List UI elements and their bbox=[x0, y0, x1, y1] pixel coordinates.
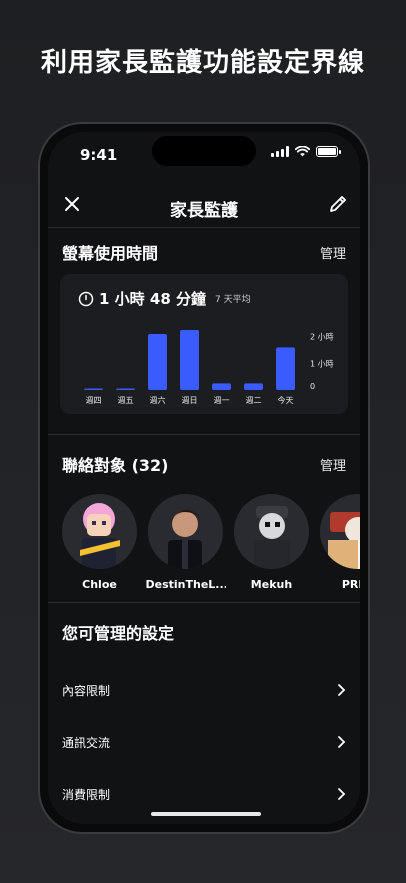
chart-bar bbox=[212, 383, 231, 390]
pencil-icon[interactable] bbox=[324, 190, 352, 218]
contacts-manage-link[interactable]: 管理 bbox=[320, 455, 346, 474]
contact-name: Chloe bbox=[82, 578, 117, 591]
chart-x-tick-label: 週日 bbox=[182, 396, 198, 405]
screen-time-title: 螢幕使用時間 bbox=[62, 244, 159, 263]
contact-name: DestinTheL... bbox=[145, 578, 226, 591]
section-divider bbox=[48, 434, 360, 435]
setting-row-content-restrictions[interactable]: 內容限制 bbox=[48, 664, 360, 716]
chart-bar bbox=[244, 383, 263, 390]
chart-bar bbox=[276, 347, 295, 390]
contact-item[interactable]: Mekuh bbox=[234, 494, 309, 591]
avatar bbox=[320, 494, 360, 569]
chevron-right-icon bbox=[338, 788, 346, 800]
setting-label: 消費限制 bbox=[62, 787, 111, 802]
chart-x-tick-label: 週四 bbox=[86, 396, 102, 405]
nav-title: 家長監護 bbox=[170, 201, 238, 221]
chart-x-tick-label: 週二 bbox=[246, 396, 262, 405]
chart-x-tick-label: 週一 bbox=[214, 396, 230, 405]
screen-time-manage-link[interactable]: 管理 bbox=[320, 243, 346, 262]
home-indicator bbox=[151, 812, 261, 816]
app-screen: 9:41 家長監護 螢幕使用時間 管理 1 小時 48 分鐘 7 天平均 週四 … bbox=[48, 132, 360, 824]
top-nav: 家長監護 bbox=[48, 184, 360, 228]
screen-time-header: 螢幕使用時間 管理 bbox=[62, 240, 346, 264]
contacts-title: 聯絡對象 (32) bbox=[62, 456, 169, 475]
battery-icon bbox=[316, 146, 341, 157]
chart-bar bbox=[116, 388, 135, 390]
chevron-right-icon bbox=[338, 684, 346, 696]
promo-title: 利用家長監護功能設定界線 bbox=[40, 48, 365, 78]
avatar bbox=[148, 494, 223, 569]
chart-x-tick-label: 週五 bbox=[118, 396, 134, 405]
chart-y-tick-label: 0 bbox=[310, 382, 315, 391]
avatar bbox=[234, 494, 309, 569]
chart-y-tick-label: 1 小時 bbox=[310, 359, 334, 368]
setting-label: 通訊交流 bbox=[62, 735, 111, 750]
wifi-icon bbox=[295, 146, 310, 157]
settings-title: 您可管理的設定 bbox=[62, 624, 175, 643]
setting-row-communication[interactable]: 通訊交流 bbox=[48, 716, 360, 768]
chart-x-tick-label: 週六 bbox=[150, 395, 166, 405]
signal-icon bbox=[271, 146, 289, 157]
chart-bar bbox=[84, 388, 103, 390]
setting-label: 內容限制 bbox=[62, 683, 111, 698]
screen-time-card[interactable]: 1 小時 48 分鐘 7 天平均 週四 週五 週六 週日 週一 週二 今天 2 小時 1 小時 0 bbox=[60, 274, 348, 414]
phone-frame: 9:41 家長監護 螢幕使用時間 管理 1 小時 48 分鐘 7 天平均 週四 … bbox=[38, 122, 370, 834]
contact-name: PRLu bbox=[341, 578, 360, 591]
chart-x-tick-label: 今天 bbox=[278, 395, 294, 405]
settings-header: 您可管理的設定 bbox=[62, 620, 346, 644]
contact-item[interactable]: Chloe bbox=[62, 494, 137, 591]
status-icons bbox=[271, 146, 341, 157]
status-time: 9:41 bbox=[80, 146, 118, 164]
contact-item[interactable]: DestinTheL... bbox=[145, 494, 226, 591]
dynamic-island bbox=[152, 136, 256, 166]
avatar bbox=[62, 494, 137, 569]
chart-bar bbox=[180, 330, 199, 390]
chart-y-tick-label: 2 小時 bbox=[310, 333, 334, 342]
contact-item[interactable]: PRLu bbox=[320, 494, 360, 591]
contacts-header: 聯絡對象 (32) 管理 bbox=[62, 452, 346, 476]
contacts-carousel[interactable]: Chloe DestinTheL... Mekuh PR bbox=[62, 494, 360, 591]
chart-bar bbox=[148, 334, 167, 390]
status-bar: 9:41 bbox=[48, 132, 360, 176]
settings-list: 內容限制 通訊交流 消費限制 bbox=[48, 664, 360, 820]
chevron-right-icon bbox=[338, 736, 346, 748]
usage-bar-chart: 週四 週五 週六 週日 週一 週二 今天 2 小時 1 小時 0 bbox=[84, 330, 334, 405]
contact-name: Mekuh bbox=[250, 578, 293, 591]
section-divider bbox=[48, 602, 360, 603]
